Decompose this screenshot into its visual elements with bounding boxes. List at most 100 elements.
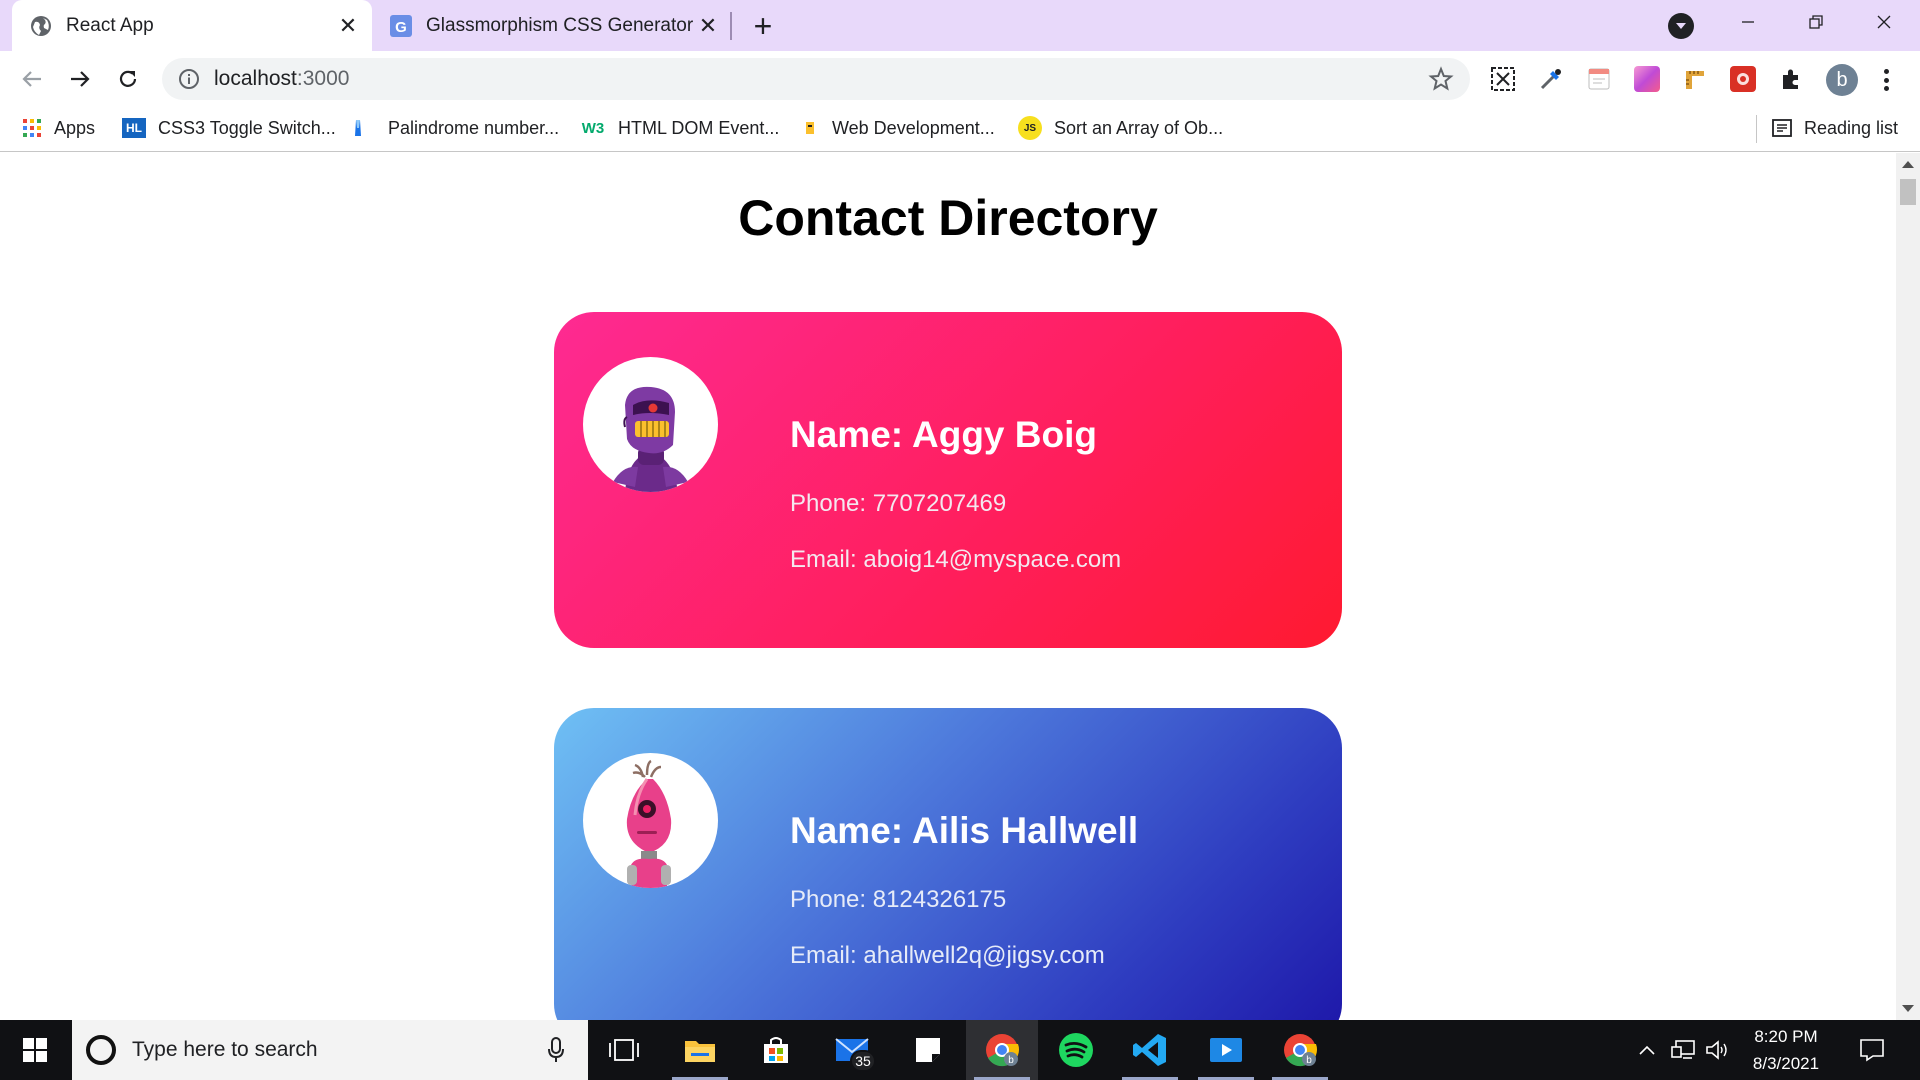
globe-icon <box>30 15 52 37</box>
clock-time: 8:20 PM <box>1754 1027 1818 1046</box>
windows-start-icon[interactable] <box>0 1020 70 1080</box>
tab-react-app[interactable]: React App ✕ <box>12 0 372 51</box>
spotify-icon[interactable] <box>1040 1020 1112 1080</box>
new-tab-button[interactable]: + <box>745 8 781 44</box>
reading-list-button[interactable]: Reading list <box>1772 114 1898 142</box>
bookmark-label: Reading list <box>1804 117 1899 138</box>
minimize-icon[interactable] <box>1728 6 1768 38</box>
bookmark-label: Apps <box>54 117 96 138</box>
bookmarks-separator <box>1756 115 1757 143</box>
color-picker-extension-icon[interactable] <box>1538 66 1564 92</box>
bookmark-label: Sort an Array of Ob... <box>1054 117 1224 138</box>
svg-text:b: b <box>1306 1055 1312 1066</box>
w3-favicon-icon: W3 <box>581 119 605 137</box>
chrome-taskbar-icon[interactable]: b <box>966 1020 1038 1080</box>
profile-avatar[interactable]: b <box>1826 64 1858 96</box>
clock-date: 8/3/2021 <box>1752 1054 1820 1073</box>
url-port: :3000 <box>296 67 350 90</box>
bookmark-star-icon[interactable] <box>1428 66 1454 92</box>
pink-robot-avatar <box>626 759 672 888</box>
reading-list-icon <box>1772 118 1792 138</box>
screenshot-extension-icon[interactable] <box>1490 66 1516 92</box>
apps-grid-icon <box>22 118 42 138</box>
scroll-down-arrow-icon[interactable] <box>1902 1005 1914 1012</box>
bookmark-sort-array[interactable]: JS Sort an Array of Ob... <box>1018 114 1223 142</box>
bookmarks-bar: Apps HL CSS3 Toggle Switch... Palindrome… <box>0 106 1920 152</box>
notes-extension-icon[interactable] <box>1586 66 1612 92</box>
search-placeholder: Type here to search <box>132 1038 318 1061</box>
chrome-profile-taskbar-icon[interactable]: b <box>1264 1020 1336 1080</box>
taskbar-search-input[interactable]: Type here to search <box>72 1020 588 1080</box>
media-player-icon[interactable] <box>1190 1020 1262 1080</box>
bookmark-css3-toggle[interactable]: HL CSS3 Toggle Switch... <box>122 114 336 142</box>
close-window-icon[interactable] <box>1864 6 1904 38</box>
scroll-up-arrow-icon[interactable] <box>1902 161 1914 168</box>
close-tab-icon[interactable]: ✕ <box>334 12 362 40</box>
svg-text:b: b <box>1008 1055 1014 1066</box>
browser-toolbar: localhost:3000 b <box>0 51 1920 106</box>
hl-favicon-icon: HL <box>122 118 146 138</box>
g-favicon-icon: G <box>390 14 412 37</box>
tab-glassmorphism[interactable]: G Glassmorphism CSS Generator ✕ <box>372 0 732 51</box>
site-info-icon[interactable] <box>178 68 200 90</box>
sticky-notes-icon[interactable] <box>892 1020 964 1080</box>
show-hidden-icons-chevron-icon[interactable] <box>1634 1020 1660 1080</box>
contact-email: Email: aboig14@myspace.com <box>790 546 1122 573</box>
taskbar-clock[interactable]: 8:20 PM 8/3/2021 <box>1730 1020 1842 1080</box>
bookmark-html-dom[interactable]: W3 HTML DOM Event... <box>580 114 780 142</box>
bookmark-label: HTML DOM Event... <box>618 117 780 138</box>
contact-avatar <box>583 753 718 888</box>
bookmark-apps[interactable]: Apps <box>22 114 95 142</box>
red-extension-icon[interactable] <box>1730 66 1756 92</box>
contact-name: Name: Ailis Hallwell <box>790 810 1139 851</box>
tab-strip: React App ✕ G Glassmorphism CSS Generato… <box>0 0 1920 51</box>
tab-title: React App <box>66 14 154 36</box>
tab-search-icon[interactable] <box>1668 13 1694 39</box>
svg-text:G: G <box>395 19 407 36</box>
contact-avatar <box>583 357 718 492</box>
ruler-extension-icon[interactable] <box>1682 66 1708 92</box>
bookmark-web-development[interactable]: Web Development... <box>800 114 995 142</box>
mail-unread-badge: 35 <box>850 1050 876 1072</box>
bookmark-label: Palindrome number... <box>388 117 560 138</box>
tab-separator <box>730 12 732 40</box>
menu-kebab-icon[interactable] <box>1876 65 1896 95</box>
back-icon[interactable] <box>12 59 52 99</box>
js-favicon-icon: JS <box>1018 116 1042 140</box>
url-host: localhost <box>214 67 297 90</box>
tab-title: Glassmorphism CSS Generator <box>426 14 694 36</box>
page-title: Contact Directory <box>738 190 1158 246</box>
bookmark-label: Web Development... <box>832 117 995 138</box>
bookmark-favicon-icon <box>800 118 820 138</box>
contact-phone: Phone: 8124326175 <box>790 886 1007 913</box>
purple-robot-avatar <box>613 386 688 492</box>
microphone-icon[interactable] <box>546 1035 566 1065</box>
extensions-puzzle-icon[interactable] <box>1778 66 1804 92</box>
contact-phone: Phone: 7707207469 <box>790 490 1007 517</box>
task-view-icon[interactable] <box>588 1020 660 1080</box>
restore-icon[interactable] <box>1796 6 1836 38</box>
forward-icon[interactable] <box>60 59 100 99</box>
bookmark-favicon-icon <box>348 118 368 138</box>
vscode-icon[interactable] <box>1114 1020 1186 1080</box>
reload-icon[interactable] <box>108 59 148 99</box>
gradient-extension-icon[interactable] <box>1634 66 1660 92</box>
contact-name: Name: Aggy Boig <box>790 414 1097 455</box>
address-bar[interactable]: localhost:3000 <box>162 58 1470 100</box>
volume-icon[interactable] <box>1704 1020 1730 1080</box>
url-text: localhost:3000 <box>214 67 1428 91</box>
microsoft-store-icon[interactable] <box>740 1020 812 1080</box>
page-viewport: Contact Directory Name: Aggy Boig Phone:… <box>0 153 1896 1020</box>
mail-icon[interactable]: 35 <box>816 1020 888 1080</box>
bookmark-label: CSS3 Toggle Switch... <box>158 117 336 138</box>
contact-email: Email: ahallwell2q@jigsy.com <box>790 942 1105 969</box>
file-explorer-icon[interactable] <box>664 1020 736 1080</box>
network-icon[interactable] <box>1668 1020 1698 1080</box>
scrollbar-thumb[interactable] <box>1900 179 1916 205</box>
windows-taskbar: Type here to search 35 b b 8:20 PM 8/3/2… <box>0 1020 1920 1080</box>
page-scrollbar[interactable] <box>1896 153 1920 1020</box>
notifications-icon[interactable] <box>1852 1020 1892 1080</box>
close-tab-icon[interactable]: ✕ <box>694 12 722 40</box>
contact-card: Name: Aggy Boig Phone: 7707207469 Email:… <box>554 312 1342 648</box>
bookmark-palindrome[interactable]: Palindrome number... <box>348 114 559 142</box>
